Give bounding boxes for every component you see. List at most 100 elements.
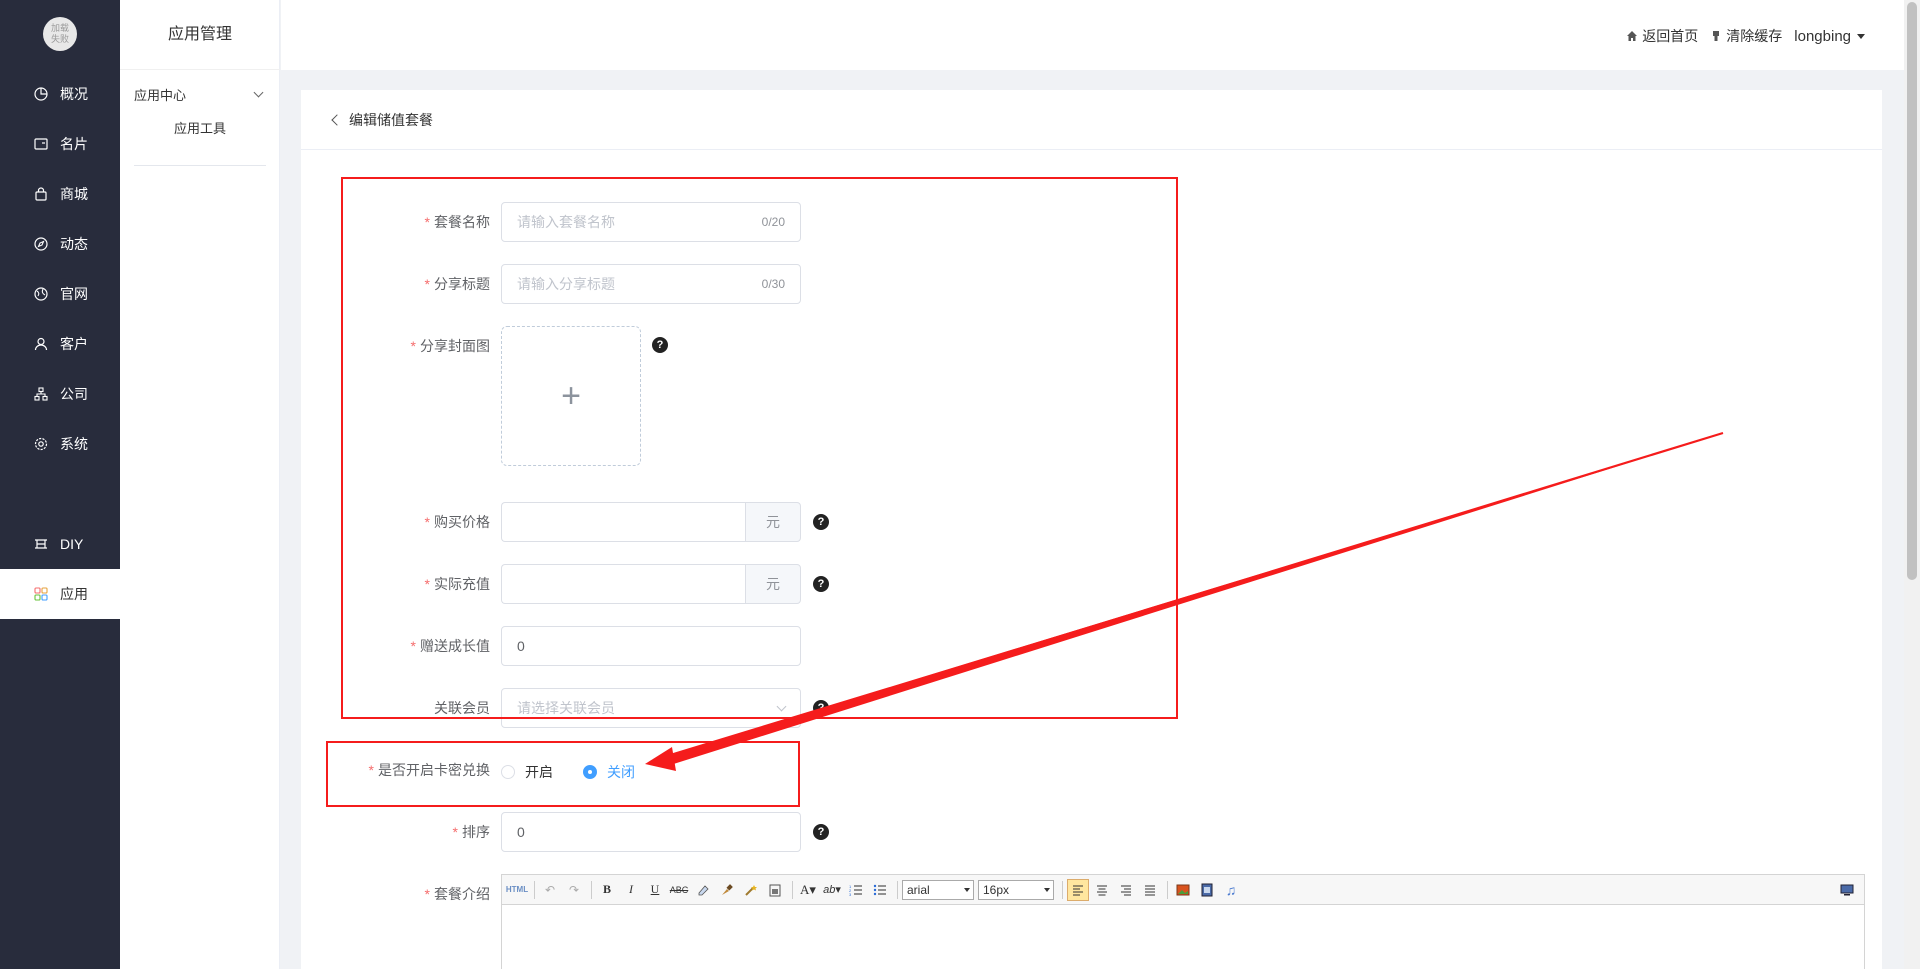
- font-color-icon[interactable]: A▾: [797, 879, 819, 901]
- unit-suffix: 元: [745, 502, 801, 542]
- card-icon: [34, 137, 48, 151]
- logo-avatar: 加载 失败: [43, 17, 77, 51]
- image-icon[interactable]: [1172, 879, 1194, 901]
- highlight-color-icon[interactable]: ab▾: [821, 879, 843, 901]
- redo-icon[interactable]: ↷: [563, 879, 585, 901]
- align-left-icon[interactable]: [1067, 878, 1089, 901]
- help-icon[interactable]: ?: [652, 337, 668, 353]
- submenu-divider: [134, 165, 266, 166]
- main-card: 编辑储值套餐 * 套餐名称 请输入套餐名称 0/20 * 分享标题 请输入分享标题 …: [301, 90, 1882, 969]
- clear-cache-button[interactable]: 清除缓存: [1710, 26, 1782, 46]
- nav-item-website[interactable]: 官网: [0, 269, 120, 319]
- form-label: * 分享标题: [424, 276, 490, 292]
- unordered-list-icon[interactable]: [869, 879, 891, 901]
- bold-icon[interactable]: B: [596, 879, 618, 901]
- page-title: 编辑储值套餐: [349, 111, 433, 128]
- fullscreen-icon[interactable]: [1836, 879, 1858, 901]
- nav-item-mall[interactable]: 商城: [0, 169, 120, 219]
- form-label: * 套餐名称: [424, 214, 490, 230]
- user-icon: [34, 337, 48, 351]
- nav-item-label: 应用: [60, 586, 88, 602]
- form-label: * 购买价格: [424, 514, 490, 530]
- nav-item-apps[interactable]: 应用: [0, 569, 120, 619]
- user-dropdown[interactable]: longbing: [1794, 28, 1865, 45]
- radio-circle: [501, 765, 515, 779]
- bonus-growth-input[interactable]: 0: [501, 626, 801, 666]
- purchase-price-input[interactable]: [501, 502, 745, 542]
- share-title-input[interactable]: 请输入分享标题 0/30: [501, 264, 801, 304]
- page-scrollbar[interactable]: [1904, 0, 1920, 969]
- pie-chart-icon: [34, 87, 48, 101]
- secondary-menu: 应用管理 应用中心 应用工具: [120, 0, 280, 969]
- font-family-select[interactable]: arial: [902, 879, 974, 900]
- char-counter: 0/20: [761, 215, 785, 229]
- magic-wand-icon[interactable]: [740, 879, 762, 901]
- actual-recharge-input-group: 元: [501, 564, 801, 604]
- help-icon[interactable]: ?: [813, 824, 829, 840]
- eraser-icon[interactable]: [692, 879, 714, 901]
- nav-item-dynamics[interactable]: 动态: [0, 219, 120, 269]
- music-icon[interactable]: ♫: [1220, 879, 1242, 901]
- nav-item-label: 官网: [60, 286, 88, 302]
- form-label: * 赠送成长值: [410, 638, 490, 654]
- linked-member-select[interactable]: 请选择关联会员: [501, 688, 801, 728]
- sort-input[interactable]: 0: [501, 812, 801, 852]
- help-icon[interactable]: ?: [813, 700, 829, 716]
- help-icon[interactable]: ?: [813, 576, 829, 592]
- nav-item-label: 公司: [60, 386, 88, 402]
- nav-item-overview[interactable]: 概况: [0, 69, 120, 119]
- font-size-select[interactable]: 16px: [978, 879, 1054, 900]
- plus-icon: +: [561, 377, 581, 415]
- format-painter-icon[interactable]: [716, 879, 738, 901]
- help-icon[interactable]: ?: [813, 514, 829, 530]
- radio-enable[interactable]: 开启: [501, 762, 553, 782]
- scrollbar-thumb[interactable]: [1907, 2, 1917, 580]
- username: longbing: [1794, 27, 1851, 45]
- nav-item-card[interactable]: 名片: [0, 119, 120, 169]
- nav-item-label: 动态: [60, 236, 88, 252]
- home-link-label: 返回首页: [1642, 28, 1699, 44]
- package-name-input[interactable]: 请输入套餐名称 0/20: [501, 202, 801, 242]
- clipboard-icon[interactable]: [764, 879, 786, 901]
- align-right-icon[interactable]: [1115, 879, 1137, 901]
- nav-item-customer[interactable]: 客户: [0, 319, 120, 369]
- form-label: * 分享封面图: [410, 338, 490, 354]
- caret-down-icon: [1857, 33, 1865, 39]
- page-header: 编辑储值套餐: [301, 90, 1882, 150]
- nav-item-company[interactable]: 公司: [0, 369, 120, 419]
- radio-disable[interactable]: 关闭: [583, 762, 635, 782]
- cover-upload-button[interactable]: +: [501, 326, 641, 466]
- chevron-down-icon: [776, 701, 787, 711]
- main-sidebar: 加载 失败 概况 名片 商城 动态 官网 客户 公司 系统 DIY 应用: [0, 0, 120, 969]
- form-label: * 实际充值: [424, 576, 490, 592]
- actual-recharge-input[interactable]: [501, 564, 745, 604]
- underline-icon[interactable]: U: [644, 879, 666, 901]
- align-center-icon[interactable]: [1091, 879, 1113, 901]
- diy-icon: [34, 537, 48, 551]
- undo-icon[interactable]: ↶: [539, 879, 561, 901]
- char-counter: 0/30: [761, 277, 785, 291]
- submenu-group-label: 应用中心: [134, 87, 187, 103]
- home-link[interactable]: 返回首页: [1626, 26, 1698, 46]
- nav-item-label: DIY: [60, 536, 84, 552]
- shopping-bag-icon: [34, 187, 48, 201]
- html-source-button[interactable]: HTML: [506, 879, 528, 901]
- top-header: 返回首页 清除缓存 longbing: [281, 0, 1905, 70]
- nav-item-diy[interactable]: DIY: [0, 519, 120, 569]
- submenu-group-app-center[interactable]: 应用中心: [134, 84, 266, 104]
- nav-item-system[interactable]: 系统: [0, 419, 120, 469]
- purchase-price-input-group: 元: [501, 502, 801, 542]
- gear-icon: [34, 437, 48, 451]
- apps-grid-icon: [34, 587, 48, 601]
- align-justify-icon[interactable]: [1139, 879, 1161, 901]
- globe-icon: [34, 287, 48, 301]
- italic-icon[interactable]: I: [620, 879, 642, 901]
- form-label: * 排序: [452, 824, 490, 840]
- nav-item-label: 名片: [60, 136, 88, 152]
- back-arrow-icon[interactable]: [331, 113, 343, 126]
- ordered-list-icon[interactable]: 123: [845, 879, 867, 901]
- rich-text-editor: HTML ↶ ↷ B I U ABC A▾ ab▾ 123 arial 16px…: [501, 874, 1865, 969]
- submenu-item-app-tools[interactable]: 应用工具: [120, 118, 280, 137]
- video-icon[interactable]: [1196, 879, 1218, 901]
- strikethrough-icon[interactable]: ABC: [668, 879, 690, 901]
